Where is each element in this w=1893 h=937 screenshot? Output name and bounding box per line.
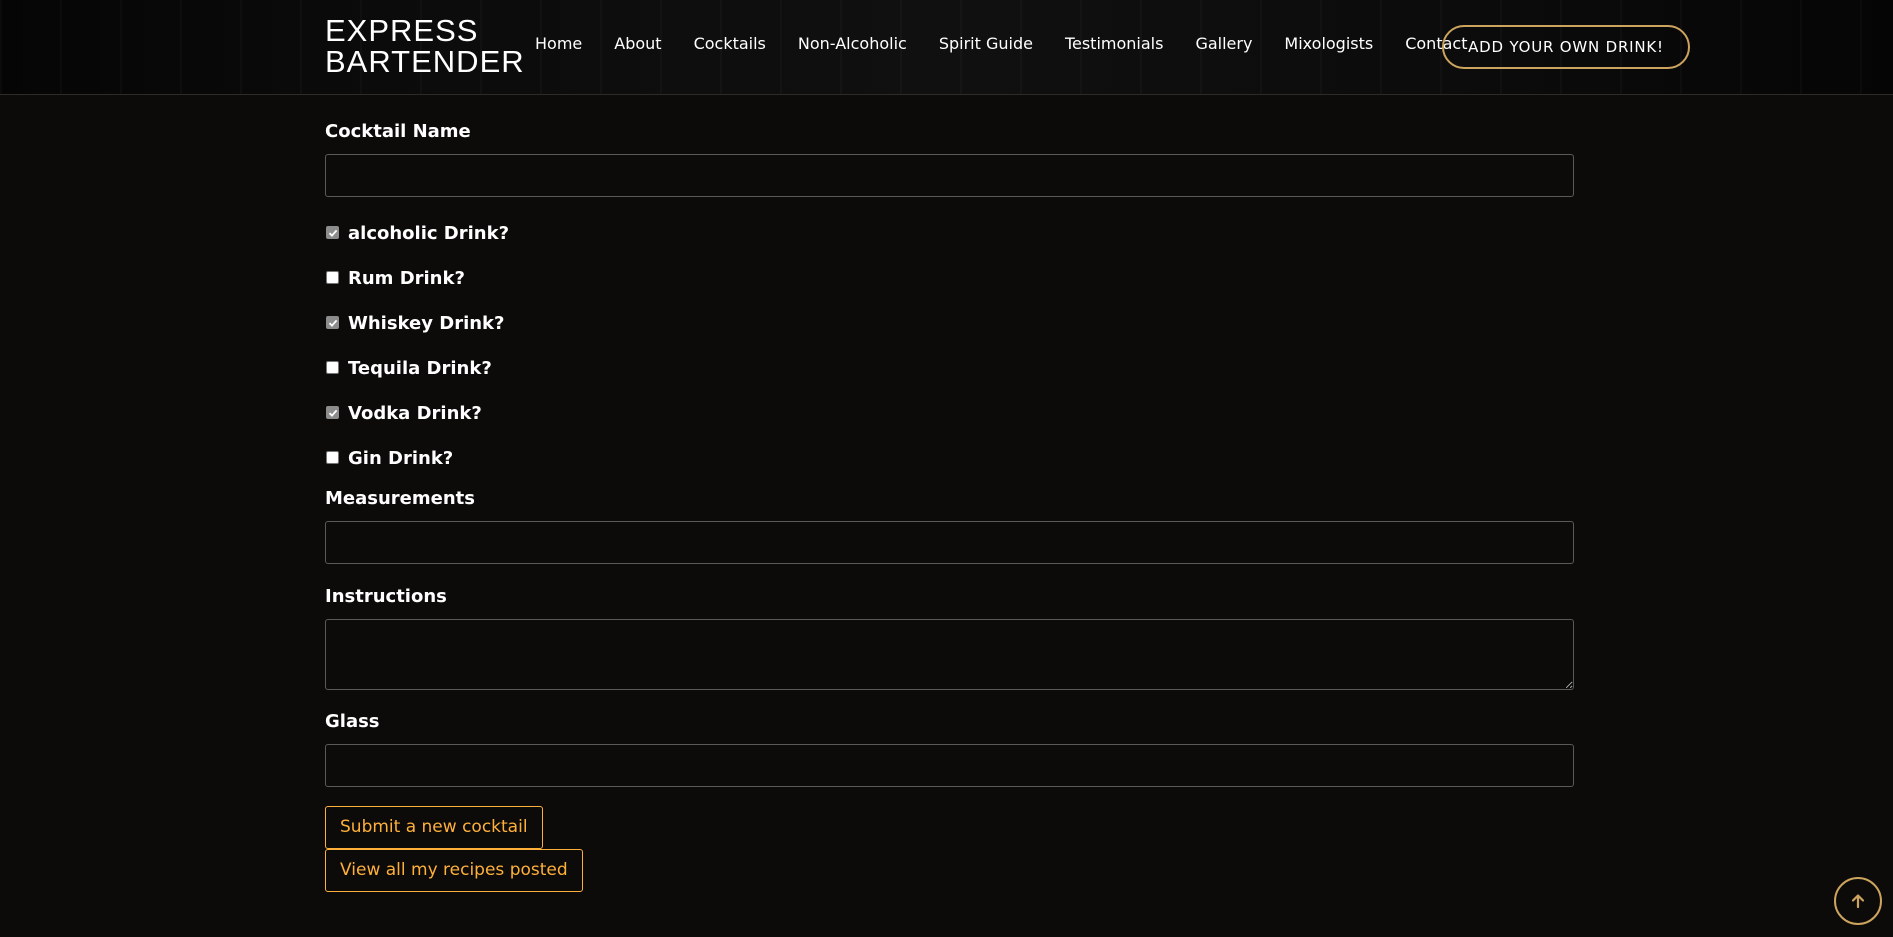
checkbox-row-rum[interactable]: Rum Drink? [325,256,1575,301]
checkbox-row-alcoholic[interactable]: alcoholic Drink? [325,211,1575,256]
site-logo[interactable]: EXPRESS BARTENDER [325,15,525,77]
nav-mixologists[interactable]: Mixologists [1284,34,1373,53]
nav-home[interactable]: Home [535,34,582,53]
checkmark-icon [328,409,337,417]
checkmark-icon [328,229,337,237]
scroll-to-top-button[interactable] [1834,877,1882,925]
view-my-recipes-button[interactable]: View all my recipes posted [325,849,583,892]
checkbox-tequila[interactable] [326,361,339,374]
instructions-textarea[interactable] [325,619,1574,690]
nav-cocktails[interactable]: Cocktails [694,34,766,53]
submit-cocktail-button[interactable]: Submit a new cocktail [325,806,543,849]
site-header: EXPRESS BARTENDER Home About Cocktails N… [0,0,1893,95]
main-nav: Home About Cocktails Non-Alcoholic Spiri… [535,34,1467,53]
checkbox-row-tequila[interactable]: Tequila Drink? [325,346,1575,391]
checkbox-label-whiskey: Whiskey Drink? [348,312,505,334]
checkbox-row-gin[interactable]: Gin Drink? [325,436,1575,481]
nav-non-alcoholic[interactable]: Non-Alcoholic [798,34,907,53]
checkmark-icon [328,319,337,327]
logo-line-2: BARTENDER [325,44,525,79]
glass-label: Glass [325,711,380,732]
measurements-label: Measurements [325,488,475,509]
form-actions-secondary: View all my recipes posted [325,849,1575,892]
cocktail-name-input[interactable] [325,154,1574,197]
checkbox-label-alcoholic: alcoholic Drink? [348,222,510,244]
checkbox-rum[interactable] [326,271,339,284]
form-actions: Submit a new cocktail [325,806,1575,849]
nav-testimonials[interactable]: Testimonials [1065,34,1164,53]
checkbox-alcoholic[interactable] [326,226,339,239]
checkbox-gin[interactable] [326,451,339,464]
instructions-label: Instructions [325,586,447,607]
add-your-own-drink-button[interactable]: ADD YOUR OWN DRINK! [1442,25,1690,69]
glass-input[interactable] [325,744,1574,787]
checkbox-label-rum: Rum Drink? [348,267,465,289]
add-cocktail-form: Cocktail Name alcoholic Drink? Rum Drink… [325,120,1575,892]
spirit-checkbox-group: alcoholic Drink? Rum Drink? Whiskey Drin… [325,211,1575,481]
measurements-input[interactable] [325,521,1574,564]
cocktail-name-label: Cocktail Name [325,121,471,142]
checkbox-whiskey[interactable] [326,316,339,329]
logo-line-1: EXPRESS [325,13,479,48]
nav-about[interactable]: About [614,34,661,53]
arrow-up-icon [1851,894,1865,909]
checkbox-row-vodka[interactable]: Vodka Drink? [325,391,1575,436]
nav-spirit-guide[interactable]: Spirit Guide [939,34,1033,53]
checkbox-label-vodka: Vodka Drink? [348,402,482,424]
checkbox-label-tequila: Tequila Drink? [348,357,492,379]
checkbox-vodka[interactable] [326,406,339,419]
checkbox-row-whiskey[interactable]: Whiskey Drink? [325,301,1575,346]
checkbox-label-gin: Gin Drink? [348,447,454,469]
nav-gallery[interactable]: Gallery [1195,34,1252,53]
